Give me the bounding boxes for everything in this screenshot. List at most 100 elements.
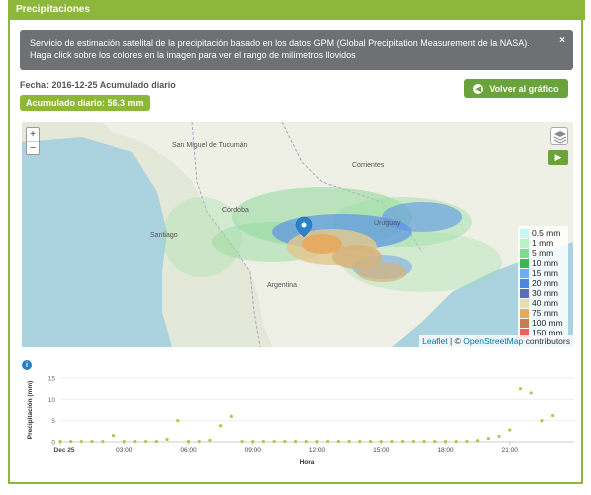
x-tick-label: 12:00 (309, 447, 326, 454)
data-point (497, 434, 501, 439)
daily-accumulated-badge: Acumulado diario: 56.3 mm (20, 95, 150, 111)
legend-swatch (520, 298, 529, 308)
data-point (550, 413, 555, 418)
attribution-separator: | © (447, 336, 464, 346)
legend-label: 0.5 mm (532, 228, 561, 238)
map-tiles (22, 122, 573, 347)
data-point (518, 387, 523, 391)
data-point (272, 439, 276, 444)
legend-label: 30 mm (532, 288, 558, 298)
data-point (465, 439, 469, 444)
info-icon[interactable]: i (22, 360, 32, 370)
y-tick-label: 15 (48, 376, 56, 383)
back-arrow-icon: ◀ (473, 83, 484, 94)
layers-icon[interactable] (550, 127, 568, 145)
legend-item[interactable]: 30 mm (520, 288, 566, 298)
data-point (90, 439, 94, 444)
data-point (304, 439, 308, 444)
legend-swatch (520, 318, 529, 328)
data-point (186, 439, 191, 444)
x-tick-label: 15:00 (373, 447, 390, 454)
data-point (111, 434, 116, 438)
precipitation-chart: 0 5 10 15 Dec 25 03:00 06:00 09:00 12:00 15:00 18:… (27, 376, 574, 466)
data-point (133, 439, 137, 444)
map-label-santiago: Santiago (150, 232, 178, 239)
data-point (390, 439, 394, 444)
x-tick-label: 03:00 (116, 447, 133, 454)
x-axis-label: Hora (300, 459, 315, 466)
legend-item[interactable]: 0.5 mm (520, 228, 566, 238)
data-point (315, 439, 319, 444)
legend-swatch (520, 258, 529, 268)
data-point (229, 414, 233, 418)
map-attribution: Leaflet | © OpenStreetMap contributors (419, 335, 573, 347)
data-point (154, 439, 158, 444)
data-point (58, 439, 62, 444)
legend-item[interactable]: 1 mm (520, 238, 566, 248)
y-axis-label: Precipitación (mm) (27, 381, 34, 440)
map-label-corrientes: Corrientes (352, 162, 385, 169)
data-point (411, 439, 415, 444)
legend-swatch (520, 308, 529, 318)
zoom-control: + − (26, 127, 40, 155)
precipitation-legend: 0.5 mm 1 mm 5 mm 10 mm 15 mm 20 mm 30 mm 40 mm 7… (518, 226, 568, 340)
precipitation-map[interactable]: San Miguel de Tucumán Corrientes Córdoba… (22, 122, 573, 347)
x-tick-label: 18:00 (437, 447, 454, 454)
legend-label: 20 mm (532, 278, 558, 288)
data-point (122, 439, 126, 444)
data-point (208, 438, 212, 442)
y-tick-label: 5 (51, 418, 55, 425)
legend-label: 10 mm (532, 258, 558, 268)
data-point (101, 439, 105, 444)
back-to-chart-button[interactable]: ◀ Volver al gráfico (464, 79, 568, 98)
data-point (144, 439, 148, 444)
data-point (293, 439, 298, 444)
x-tick-label: 09:00 (245, 447, 262, 454)
zoom-out-button[interactable]: − (27, 141, 39, 154)
legend-item[interactable]: 75 mm (520, 308, 566, 318)
legend-item[interactable]: 100 mm (520, 318, 566, 328)
legend-swatch (520, 278, 529, 288)
data-point (326, 439, 330, 444)
data-point (486, 436, 490, 441)
leaflet-link[interactable]: Leaflet (422, 336, 448, 346)
data-point (165, 437, 169, 442)
legend-label: 15 mm (532, 268, 558, 278)
data-point (368, 439, 373, 444)
x-tick-label: 06:00 (180, 447, 197, 454)
legend-item[interactable]: 10 mm (520, 258, 566, 268)
data-point (197, 439, 201, 444)
data-point (358, 439, 362, 444)
data-point (69, 439, 73, 444)
data-point (422, 439, 426, 444)
data-point (508, 428, 512, 432)
date-label: Fecha: 2016-12-25 Acumulado diario (20, 80, 176, 90)
legend-item[interactable]: 40 mm (520, 298, 566, 308)
legend-swatch (520, 228, 529, 238)
data-point (443, 439, 448, 444)
osm-link[interactable]: OpenStreetMap (463, 336, 523, 346)
play-button[interactable]: ▶ (548, 150, 568, 165)
legend-item[interactable]: 5 mm (520, 248, 566, 258)
back-to-chart-label: Volver al gráfico (489, 83, 559, 94)
attribution-suffix: contributors (523, 336, 570, 346)
precipitation-panel: Precipitaciones Servicio de estimación s… (8, 0, 585, 484)
legend-item[interactable]: 15 mm (520, 268, 566, 278)
data-point (476, 439, 480, 443)
x-tick-label: Dec 25 (54, 447, 75, 454)
legend-label: 100 mm (532, 318, 563, 328)
alert-text: Servicio de estimación satelital de la p… (30, 38, 530, 60)
map-label-argentina: Argentina (267, 282, 297, 289)
data-point (240, 439, 244, 444)
close-icon[interactable]: × (559, 35, 565, 47)
legend-swatch (520, 248, 529, 258)
info-alert: Servicio de estimación satelital de la p… (20, 30, 573, 70)
legend-swatch (520, 238, 529, 248)
data-point (379, 439, 383, 444)
y-tick-label: 10 (48, 397, 56, 404)
data-point (261, 439, 266, 444)
panel-title: Precipitaciones (8, 0, 585, 20)
legend-item[interactable]: 20 mm (520, 278, 566, 288)
data-point (251, 439, 255, 444)
zoom-in-button[interactable]: + (27, 128, 39, 141)
